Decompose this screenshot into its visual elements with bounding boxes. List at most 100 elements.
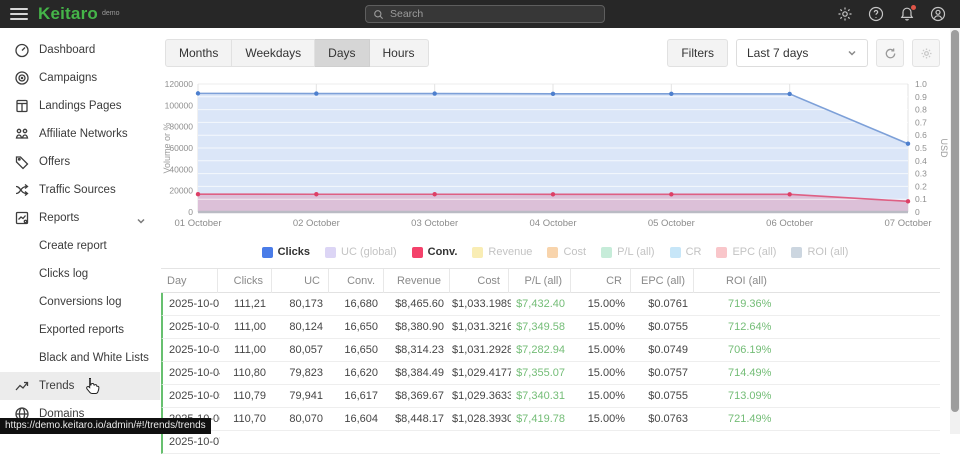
column-header-p-l-all[interactable]: P/L (all) xyxy=(509,269,571,293)
cell-uc-global: 80,124 xyxy=(274,321,331,333)
tab-days[interactable]: Days xyxy=(315,39,369,67)
sidebar-item-create-report[interactable]: Create report xyxy=(0,232,160,260)
tab-months[interactable]: Months xyxy=(165,39,232,67)
svg-text:03 October: 03 October xyxy=(411,218,458,229)
column-header-cost[interactable]: Cost xyxy=(450,269,509,293)
legend-item-conv[interactable]: Conv. xyxy=(412,246,458,258)
gear-icon xyxy=(920,47,933,60)
sidebar-item-campaigns[interactable]: Campaigns xyxy=(0,64,160,92)
svg-text:80000: 80000 xyxy=(169,122,193,132)
account-user-icon[interactable] xyxy=(930,6,946,22)
page-scrollbar[interactable] xyxy=(950,28,960,434)
sidebar-item-reports[interactable]: Reports xyxy=(0,204,160,232)
table-row[interactable]: 2025-10-03111,0080,05716,650$8,314.23$1,… xyxy=(161,339,940,362)
reports-icon xyxy=(14,210,30,226)
cell-day: 2025-10-01 xyxy=(163,298,220,310)
legend-swatch xyxy=(412,247,423,258)
notifications-bell-icon[interactable] xyxy=(899,6,915,22)
column-header-roi-all[interactable]: ROI (all) xyxy=(694,269,940,293)
legend-item-cost[interactable]: Cost xyxy=(547,246,586,258)
column-header-uc-global[interactable]: UC (global) xyxy=(272,269,329,293)
sidebar-item-black-and-white-lists[interactable]: Black and White Lists xyxy=(0,344,160,372)
svg-text:100000: 100000 xyxy=(165,100,194,110)
sidebar-item-conversions-log[interactable]: Conversions log xyxy=(0,288,160,316)
sidebar-item-trends[interactable]: Trends xyxy=(0,372,160,400)
sidebar-item-landings-pages[interactable]: Landings Pages xyxy=(0,92,160,120)
legend-swatch xyxy=(547,247,558,258)
column-header-epc-all[interactable]: EPC (all) xyxy=(631,269,694,293)
sidebar-item-label: Trends xyxy=(39,380,74,392)
filters-button[interactable]: Filters xyxy=(667,39,728,67)
table-row[interactable]: 2025-10-01111,2180,17316,680$8,465.60$1,… xyxy=(161,293,940,316)
sidebar-item-offers[interactable]: Offers xyxy=(0,148,160,176)
tab-hours[interactable]: Hours xyxy=(370,39,429,67)
legend-swatch xyxy=(472,247,483,258)
legend-item-revenue[interactable]: Revenue xyxy=(472,246,532,258)
column-header-day[interactable]: Day xyxy=(161,269,218,293)
legend-item-cr[interactable]: CR xyxy=(670,246,702,258)
table-header-row: DayClicksUC (global)Conv.RevenueCostP/L … xyxy=(161,269,940,293)
cell-clicks: 111,00 xyxy=(220,344,274,356)
cell-epc-all: $0.0757 xyxy=(633,367,696,379)
cell-cr: 15.00% xyxy=(573,390,633,402)
chevron-down-icon xyxy=(847,48,857,58)
svg-text:1.0: 1.0 xyxy=(915,79,927,89)
tab-weekdays[interactable]: Weekdays xyxy=(232,39,315,67)
date-range-select[interactable]: Last 7 days xyxy=(736,39,868,67)
sidebar-item-dashboard[interactable]: Dashboard xyxy=(0,36,160,64)
scrollbar-thumb[interactable] xyxy=(951,30,959,412)
cell-epc-all: $0.0755 xyxy=(633,321,696,333)
cell-conv: 16,604 xyxy=(331,413,386,425)
sidebar-item-traffic-sources[interactable]: Traffic Sources xyxy=(0,176,160,204)
sidebar-item-exported-reports[interactable]: Exported reports xyxy=(0,316,160,344)
cell-cr: 15.00% xyxy=(573,367,633,379)
cell-p-l-all: $7,349.58 xyxy=(511,321,573,333)
sidebar-item-clicks-log[interactable]: Clicks log xyxy=(0,260,160,288)
cell-p-l-all: $7,355.07 xyxy=(511,367,573,379)
column-header-clicks[interactable]: Clicks xyxy=(218,269,272,293)
legend-label: CR xyxy=(686,246,702,258)
cell-day: 2025-10-05 xyxy=(163,390,220,402)
legend-item-epc-all[interactable]: EPC (all) xyxy=(716,246,776,258)
settings-gear-icon[interactable] xyxy=(837,6,853,22)
cell-revenue: $8,314.23 xyxy=(386,344,452,356)
search-input[interactable] xyxy=(390,8,597,20)
traffic-icon xyxy=(14,182,30,198)
sidebar-item-label: Campaigns xyxy=(39,72,97,84)
svg-text:0.4: 0.4 xyxy=(915,156,927,166)
table-row[interactable]: 2025-10-07 xyxy=(161,431,940,454)
sidebar-item-label: Black and White Lists xyxy=(39,352,149,364)
cell-epc-all: $0.0761 xyxy=(633,298,696,310)
refresh-button[interactable] xyxy=(876,39,904,67)
svg-text:07 October: 07 October xyxy=(885,218,932,229)
table-row[interactable]: 2025-10-04110,8079,82316,620$8,384.49$1,… xyxy=(161,362,940,385)
column-header-cr[interactable]: CR xyxy=(571,269,631,293)
help-icon[interactable] xyxy=(868,6,884,22)
legend-swatch xyxy=(325,247,336,258)
search-box[interactable] xyxy=(365,5,605,23)
cell-roi-all: 713.09% xyxy=(696,390,940,402)
cell-cost: $1,031.2928 xyxy=(452,344,511,356)
svg-text:40000: 40000 xyxy=(169,164,193,174)
cell-epc-all: $0.0763 xyxy=(633,413,696,425)
table-row[interactable]: 2025-10-06110,7080,07016,604$8,448.17$1,… xyxy=(161,408,940,431)
table-row[interactable]: 2025-10-02111,0080,12416,650$8,380.90$1,… xyxy=(161,316,940,339)
sidebar-item-affiliate-networks[interactable]: Affiliate Networks xyxy=(0,120,160,148)
legend-item-roi-all[interactable]: ROI (all) xyxy=(791,246,848,258)
column-header-revenue[interactable]: Revenue xyxy=(384,269,450,293)
legend-item-p-l-all[interactable]: P/L (all) xyxy=(601,246,655,258)
cell-cost: $1,031.3216 xyxy=(452,321,511,333)
chart-settings-button[interactable] xyxy=(912,39,940,67)
hamburger-menu-icon[interactable] xyxy=(0,0,38,28)
svg-text:0.5: 0.5 xyxy=(915,143,927,153)
app-logo: Keitarodemo xyxy=(38,0,120,28)
column-header-conv[interactable]: Conv. xyxy=(329,269,384,293)
cell-p-l-all: $7,282.94 xyxy=(511,344,573,356)
legend-item-clicks[interactable]: Clicks xyxy=(262,246,310,258)
cell-cost: $1,033.1989 xyxy=(452,298,511,310)
svg-text:20000: 20000 xyxy=(169,186,193,196)
toolbar-right: Filters Last 7 days xyxy=(667,39,940,67)
legend-item-uc-global[interactable]: UC (global) xyxy=(325,246,397,258)
table-row[interactable]: 2025-10-05110,7979,94116,617$8,369.67$1,… xyxy=(161,385,940,408)
cell-p-l-all: $7,419.78 xyxy=(511,413,573,425)
